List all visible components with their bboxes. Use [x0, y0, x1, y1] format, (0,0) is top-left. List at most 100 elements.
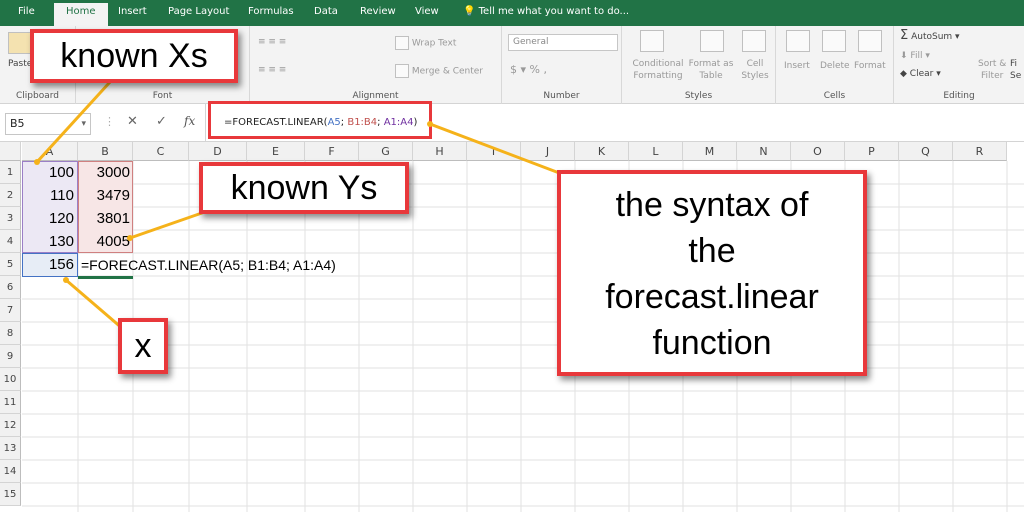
find-select-button[interactable]: Fi Se	[1010, 58, 1021, 82]
cell-styles-icon	[742, 30, 766, 52]
conditional-formatting-button[interactable]: Conditional Formatting	[628, 58, 688, 82]
callout-syntax-line-3: forecast.linear	[605, 278, 819, 316]
callout-known-ys: known Ys	[199, 162, 409, 214]
cell-a2[interactable]: 110	[22, 185, 74, 207]
cell-a4[interactable]: 130	[22, 231, 74, 253]
fill-label: Fill	[910, 51, 923, 61]
percent-label: %	[529, 63, 540, 76]
cell-styles-button[interactable]: Cell Styles	[736, 58, 774, 82]
callout-x: x	[118, 318, 168, 374]
tab-insert[interactable]: Insert	[118, 6, 147, 17]
callout-x-text: x	[134, 327, 152, 365]
tab-review[interactable]: Review	[360, 6, 396, 17]
drag-handle-icon[interactable]: ⋮	[104, 115, 115, 128]
callout-syntax: the syntax of the forecast.linear functi…	[557, 170, 867, 376]
number-format-value: General	[513, 37, 549, 47]
delete-cells-icon	[822, 30, 846, 52]
group-cells: Insert Delete Format Cells	[776, 26, 894, 104]
tell-me-text: Tell me what you want to do...	[478, 6, 630, 17]
formula-bar: B5 ▾ ⋮ ✕ ✓ fx =FORECAST.LINEAR(A5; B1:B4;…	[0, 104, 1024, 142]
lightbulb-icon: 💡	[463, 6, 476, 17]
cell-a1[interactable]: 100	[22, 162, 74, 184]
percent-button[interactable]: $ ▾ % ,	[510, 64, 547, 76]
callout-syntax-line-4: function	[652, 324, 772, 362]
formula-highlight-box	[208, 101, 432, 139]
group-editing: Σ AutoSum ▾ ⬇ Fill ▾ ◆ Clear ▾ Sort & Fil…	[894, 26, 1024, 104]
name-box-value: B5	[10, 117, 25, 130]
paste-button[interactable]: Paste	[8, 58, 32, 70]
format-cells-icon	[858, 30, 882, 52]
fx-insert-function-icon[interactable]: fx	[184, 114, 195, 128]
cell-b2[interactable]: 3479	[78, 185, 130, 207]
table-text: Table	[699, 71, 723, 81]
insert-cells-icon	[786, 30, 810, 52]
fill-icon: ⬇	[900, 51, 908, 61]
group-styles: Conditional Formatting Format as Table Cel…	[622, 26, 776, 104]
format-as-text: Format as	[688, 59, 734, 69]
name-box-dropdown-icon[interactable]: ▾	[81, 114, 86, 134]
cancel-icon[interactable]: ✕	[127, 114, 138, 129]
enter-check-icon[interactable]: ✓	[156, 114, 167, 129]
alignment-label: Alignment	[352, 91, 399, 101]
wrap-text-label: Wrap Text	[411, 38, 457, 49]
select-text: Se	[1010, 71, 1022, 81]
wrap-text-icon	[395, 36, 409, 50]
conditional-formatting-icon	[640, 30, 664, 52]
tab-file[interactable]: File	[18, 6, 35, 17]
cell-b3[interactable]: 3801	[78, 208, 130, 230]
cell-b5-formula[interactable]: =FORECAST.LINEAR(A5; B1:B4; A1:A4)	[81, 254, 336, 276]
eraser-icon: ◆	[900, 69, 907, 79]
callout-syntax-line-2: the	[688, 232, 736, 270]
tab-view[interactable]: View	[415, 6, 439, 17]
group-alignment: ≡ ≡ ≡ ≡ ≡ ≡ Wrap Text Merge & Center Ali…	[250, 26, 502, 104]
tab-data[interactable]: Data	[314, 6, 338, 17]
tab-formulas[interactable]: Formulas	[248, 6, 294, 17]
tab-home[interactable]: Home	[54, 3, 108, 26]
tell-me-box[interactable]: 💡 Tell me what you want to do...	[463, 6, 629, 17]
cells-label: Cells	[823, 91, 846, 101]
align-left-icon[interactable]: ≡ ≡ ≡	[258, 64, 286, 76]
clear-button[interactable]: ◆ Clear ▾	[900, 68, 941, 80]
filter-text: Filter	[981, 71, 1004, 81]
styles-text: Styles	[741, 71, 769, 81]
ribbon-tab-bar: File Home Insert Page Layout Formulas Da…	[0, 0, 1024, 26]
format-cells-button[interactable]: Format	[854, 60, 886, 72]
format-as-table-button[interactable]: Format as Table	[686, 58, 736, 82]
format-as-table-icon	[700, 30, 724, 52]
find-text: Fi	[1010, 59, 1018, 69]
paste-icon	[8, 32, 32, 54]
sigma-icon: Σ	[900, 28, 909, 43]
cell-text: Cell	[746, 59, 764, 69]
autosum-button[interactable]: Σ AutoSum ▾	[900, 28, 960, 43]
styles-label: Styles	[684, 91, 713, 101]
fill-button[interactable]: ⬇ Fill ▾	[900, 50, 930, 62]
editing-label: Editing	[943, 91, 975, 101]
group-number: General $ ▾ % , Number	[502, 26, 622, 104]
cell-b4[interactable]: 4005	[78, 231, 130, 253]
sort-text: Sort &	[978, 59, 1007, 69]
clipboard-label: Clipboard	[16, 91, 59, 101]
merge-icon	[395, 64, 409, 78]
autosum-label: AutoSum	[911, 32, 953, 42]
merge-center-label: Merge & Center	[411, 66, 484, 77]
active-cell-underline	[78, 276, 133, 279]
callout-known-xs: known Xs	[30, 29, 238, 83]
conditional-text: Conditional	[632, 59, 684, 69]
tab-page-layout[interactable]: Page Layout	[168, 6, 229, 17]
callout-known-ys-text: known Ys	[230, 169, 378, 207]
delete-cells-button[interactable]: Delete	[820, 60, 850, 72]
cell-b1[interactable]: 3000	[78, 162, 130, 184]
formatting-text: Formatting	[633, 71, 683, 81]
wrap-text-button[interactable]: Wrap Text	[395, 36, 456, 50]
cell-a5[interactable]: 156	[22, 254, 74, 276]
callout-syntax-line-1: the syntax of	[615, 186, 809, 224]
cell-a3[interactable]: 120	[22, 208, 74, 230]
align-top-icon[interactable]: ≡ ≡ ≡	[258, 36, 286, 48]
name-box[interactable]: B5 ▾	[5, 113, 91, 135]
merge-center-button[interactable]: Merge & Center	[395, 64, 483, 78]
sort-filter-button[interactable]: Sort & Filter	[978, 58, 1006, 82]
clear-label: Clear	[909, 69, 934, 79]
insert-cells-button[interactable]: Insert	[784, 60, 810, 72]
callout-known-xs-text: known Xs	[60, 37, 208, 75]
number-format-select[interactable]: General	[508, 34, 618, 51]
